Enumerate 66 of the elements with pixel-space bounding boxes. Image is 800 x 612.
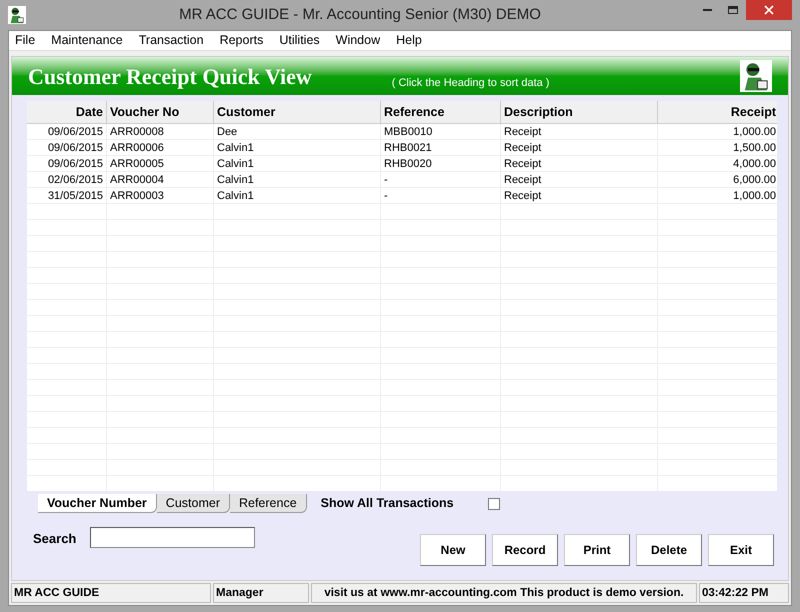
close-button[interactable] [746, 0, 792, 20]
table-cell: 09/06/2015 [27, 156, 107, 171]
menu-item[interactable]: Transaction [138, 31, 204, 50]
table-cell: 1,500.00 [658, 140, 777, 155]
menu-item[interactable]: Window [336, 31, 380, 50]
action-button[interactable]: Print [564, 534, 630, 566]
table-cell: Receipt [501, 156, 658, 171]
table-cell: ARR00005 [107, 156, 214, 171]
search-label: Search [33, 530, 76, 548]
column-header[interactable]: Reference [381, 101, 501, 123]
sort-tab[interactable]: Customer [156, 494, 230, 513]
table-cell: Calvin1 [214, 172, 381, 187]
table-cell: Calvin1 [214, 188, 381, 203]
app-icon [8, 6, 26, 24]
menu-item[interactable]: Reports [220, 31, 264, 50]
menu-item[interactable]: File [15, 31, 36, 50]
table-cell: - [381, 188, 501, 203]
table-cell: - [381, 172, 501, 187]
menu-item[interactable]: Maintenance [51, 31, 123, 50]
table-cell: Calvin1 [214, 140, 381, 155]
close-icon [764, 5, 774, 15]
page-title: Customer Receipt Quick View [28, 62, 312, 91]
table-cell: Receipt [501, 172, 658, 187]
table-cell: MBB0010 [381, 124, 501, 139]
table-cell: ARR00006 [107, 140, 214, 155]
table-cell: 09/06/2015 [27, 140, 107, 155]
status-field: Manager [213, 583, 309, 603]
table-cell: 31/05/2015 [27, 188, 107, 203]
user-icon [740, 60, 772, 92]
table-cell: 09/06/2015 [27, 124, 107, 139]
column-header[interactable]: Date [27, 101, 107, 123]
status-field: 03:42:22 PM [699, 583, 789, 603]
sort-tab[interactable]: Voucher Number [38, 494, 157, 513]
column-header[interactable]: Description [501, 101, 658, 123]
sort-tab[interactable]: Reference [230, 494, 307, 513]
action-button[interactable]: Delete [636, 534, 702, 566]
table-cell: Calvin1 [214, 156, 381, 171]
action-button[interactable]: Record [492, 534, 558, 566]
column-header[interactable]: Receipt [658, 101, 777, 123]
table-cell: ARR00008 [107, 124, 214, 139]
table-cell: Receipt [501, 140, 658, 155]
table-cell: Receipt [501, 124, 658, 139]
table-cell: 02/06/2015 [27, 172, 107, 187]
column-header[interactable]: Voucher No [107, 101, 214, 123]
table-cell: Dee [214, 124, 381, 139]
action-button[interactable]: New [420, 534, 486, 566]
sort-hint: ( Click the Heading to sort data ) [392, 76, 550, 91]
status-field: visit us at www.mr-accounting.com This product is demo version. [311, 583, 697, 603]
menu-item[interactable]: Help [396, 31, 422, 50]
column-header[interactable]: Customer [214, 101, 381, 123]
show-all-label: Show All Transactions [320, 495, 454, 512]
table-cell: RHB0020 [381, 156, 501, 171]
show-all-checkbox[interactable] [488, 498, 500, 510]
window-title: MR ACC GUIDE - Mr. Accounting Senior (M30) DEMO [178, 4, 542, 25]
table-cell: ARR00004 [107, 172, 214, 187]
status-field: MR ACC GUIDE [11, 583, 211, 603]
table-cell: RHB0021 [381, 140, 501, 155]
search-field[interactable] [90, 527, 256, 548]
table-cell: ARR00003 [107, 188, 214, 203]
menu-item[interactable]: Utilities [279, 31, 320, 50]
table-cell: Receipt [501, 188, 658, 203]
action-button[interactable]: Exit [708, 534, 774, 566]
table-cell: 1,000.00 [658, 188, 777, 203]
table-cell: 1,000.00 [658, 124, 777, 139]
table-cell: 4,000.00 [658, 156, 777, 171]
table-cell: 6,000.00 [658, 172, 777, 187]
